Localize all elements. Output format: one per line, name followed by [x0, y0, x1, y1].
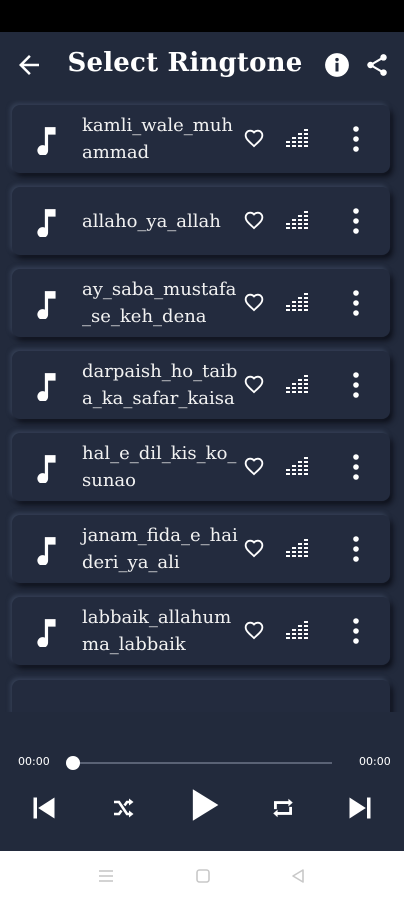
play-icon[interactable]: [190, 788, 220, 822]
ringtone-item[interactable]: kamli_wale_muhammad: [12, 105, 390, 173]
ringtone-name: janam_fida_e_haideri_ya_ali: [82, 525, 238, 573]
more-options-icon[interactable]: [348, 617, 364, 645]
heart-icon[interactable]: [244, 457, 264, 477]
ringtone-name: hal_e_dil_kis_ko_sunao: [82, 443, 237, 491]
back-icon[interactable]: [289, 867, 307, 885]
repeat-icon[interactable]: [270, 795, 296, 821]
current-time: 00:00: [18, 755, 50, 768]
menu-icon[interactable]: [97, 867, 115, 885]
music-note-icon: [37, 209, 56, 237]
music-note-icon: [37, 455, 56, 483]
ringtone-item[interactable]: hal_e_dil_kis_ko_sunao: [12, 433, 390, 501]
more-options-icon[interactable]: [348, 125, 364, 153]
ringtone-item[interactable]: janam_fida_e_haideri_ya_ali: [12, 515, 390, 583]
shuffle-icon[interactable]: [110, 796, 136, 820]
status-bar: [0, 0, 404, 32]
home-icon[interactable]: [194, 867, 212, 885]
equalizer-icon[interactable]: [286, 539, 308, 559]
info-icon[interactable]: [324, 52, 350, 78]
app-bar: Select Ringtone: [0, 32, 404, 98]
heart-icon[interactable]: [244, 375, 264, 395]
page-title: Select Ringtone: [67, 48, 303, 78]
music-note-icon: [37, 291, 56, 319]
heart-icon[interactable]: [244, 539, 264, 559]
equalizer-icon[interactable]: [286, 457, 308, 477]
ringtone-item[interactable]: darpaish_ho_taiba_ka_safar_kaisa: [12, 351, 390, 419]
ringtone-list[interactable]: kamli_wale_muhammad allaho_ya_allah ay_s…: [0, 100, 404, 712]
music-note-icon: [37, 619, 56, 647]
ringtone-name: labbaik_allahumma_labbaik: [82, 607, 232, 655]
more-options-icon[interactable]: [348, 289, 364, 317]
ringtone-name: allaho_ya_allah: [82, 210, 221, 232]
music-note-icon: [37, 127, 56, 155]
share-icon[interactable]: [364, 52, 390, 78]
music-note-icon: [37, 373, 56, 401]
heart-icon[interactable]: [244, 293, 264, 313]
ringtone-item[interactable]: labbaik_allahumma_labbaik: [12, 597, 390, 665]
ringtone-item[interactable]: [12, 680, 390, 712]
equalizer-icon[interactable]: [286, 375, 308, 395]
seek-bar[interactable]: [72, 762, 332, 764]
equalizer-icon[interactable]: [286, 293, 308, 313]
heart-icon[interactable]: [244, 621, 264, 641]
ringtone-name: darpaish_ho_taiba_ka_safar_kaisa: [82, 361, 238, 409]
equalizer-icon[interactable]: [286, 621, 308, 641]
ringtone-name: ay_saba_mustafa_se_keh_dena: [82, 279, 237, 327]
skip-next-icon[interactable]: [346, 794, 374, 822]
media-player: 00:00 00:00: [0, 740, 404, 850]
ringtone-name: kamli_wale_muhammad: [82, 115, 234, 163]
music-note-icon: [37, 537, 56, 565]
heart-icon[interactable]: [244, 211, 264, 231]
seek-thumb[interactable]: [66, 756, 80, 770]
ringtone-item[interactable]: allaho_ya_allah: [12, 187, 390, 255]
skip-previous-icon[interactable]: [30, 794, 58, 822]
ringtone-item[interactable]: ay_saba_mustafa_se_keh_dena: [12, 269, 390, 337]
back-arrow-icon[interactable]: [14, 50, 44, 80]
equalizer-icon[interactable]: [286, 129, 308, 149]
system-navigation-bar: [0, 851, 404, 900]
more-options-icon[interactable]: [348, 207, 364, 235]
equalizer-icon[interactable]: [286, 211, 308, 231]
heart-icon[interactable]: [244, 129, 264, 149]
more-options-icon[interactable]: [348, 535, 364, 563]
total-time: 00:00: [359, 755, 391, 768]
more-options-icon[interactable]: [348, 371, 364, 399]
more-options-icon[interactable]: [348, 453, 364, 481]
